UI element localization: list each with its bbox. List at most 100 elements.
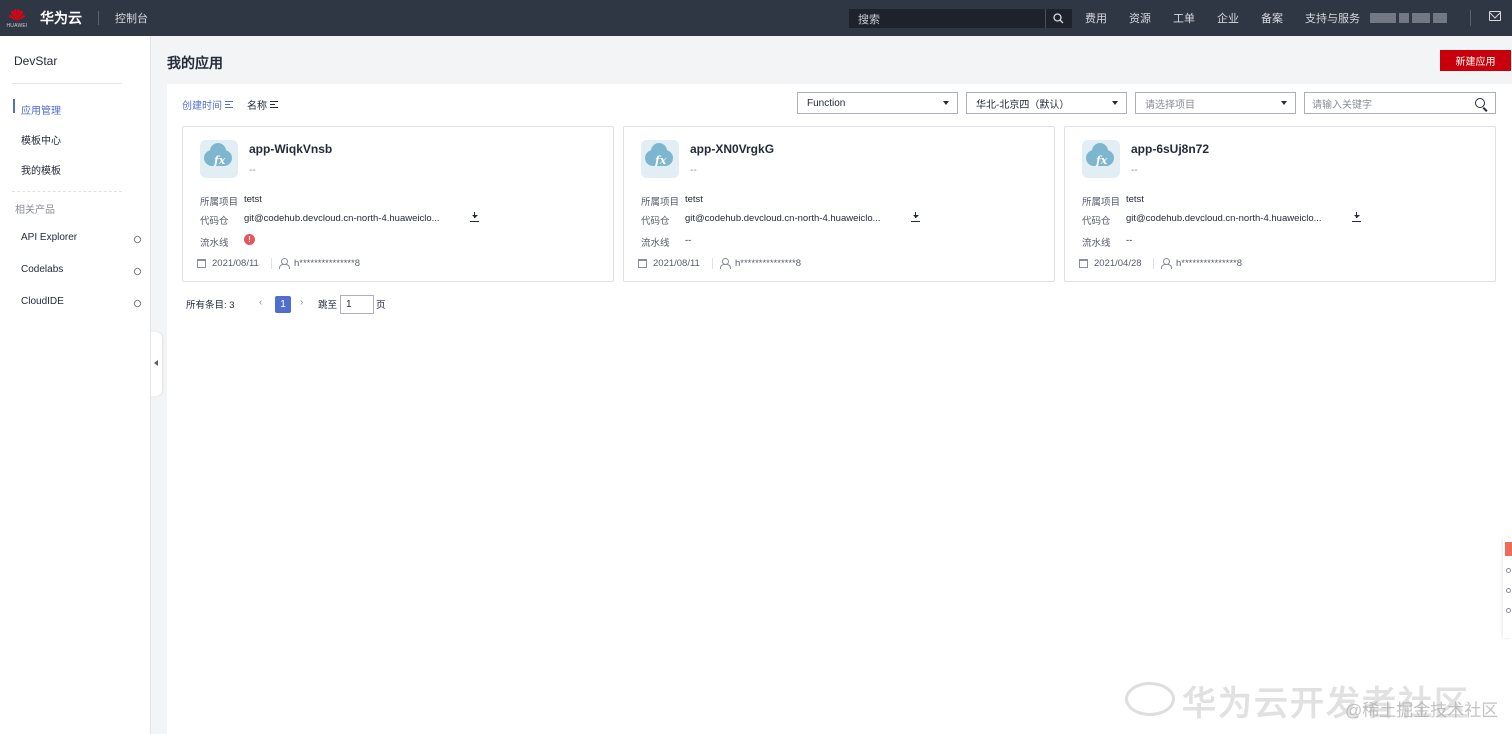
created-date: 2021/08/11 [212,258,259,269]
repo-url[interactable]: git@codehub.devcloud.cn-north-4.huaweicl… [1126,213,1322,224]
function-app-icon: fx [200,140,238,178]
project-value: tetst [244,194,262,205]
region-select[interactable]: 华北-北京四（默认） [966,92,1127,114]
search-icon[interactable] [1475,98,1485,108]
region-value: 华北-北京四（默认） [976,99,1070,111]
weibo-logo-watermark [1125,682,1175,716]
nav-billing[interactable]: 费用 [1085,10,1107,26]
calendar-icon [638,259,647,268]
project-label: 所属项目 [1082,197,1121,208]
global-search-box[interactable]: 搜索 [849,9,1072,28]
divider [98,11,99,25]
app-type-value: Function [807,97,846,109]
divider [1153,258,1154,269]
search-icon [1053,13,1064,24]
floating-help-widget[interactable] [1503,538,1512,638]
pipeline-value: -- [1126,235,1133,246]
new-app-button[interactable]: 新建应用 [1440,50,1511,71]
current-page[interactable]: 1 [275,296,291,313]
link-icon [132,234,143,245]
repo-url[interactable]: git@codehub.devcloud.cn-north-4.huaweicl… [244,213,440,224]
sidebar: DevStar 应用管理 模板中心 我的模板 相关产品 API Explorer… [0,36,151,734]
prev-page-button[interactable]: ‹ [259,297,262,308]
app-name[interactable]: app-WiqkVnsb [249,142,332,156]
page-title: 我的应用 [167,55,223,71]
sidebar-item-app-management[interactable]: 应用管理 [21,102,61,117]
user-icon [279,258,290,269]
top-navigation-bar: HUAWEI 华为云 控制台 搜索 费用 资源 工单 企业 备案 支持与服务 [0,0,1512,36]
project-value: tetst [1126,194,1144,205]
divider [1470,10,1471,26]
nav-resources[interactable]: 资源 [1129,10,1151,26]
sort-by-created-time[interactable]: 创建时间 [182,97,233,112]
app-card[interactable]: fx app-WiqkVnsb -- 所属项目 tetst 代码仓 git@co… [182,126,614,282]
app-name[interactable]: app-XN0VrgkG [690,142,774,156]
app-card[interactable]: fx app-6sUj8n72 -- 所属项目 tetst 代码仓 git@co… [1064,126,1496,282]
user-icon [720,258,731,269]
divider [12,83,122,84]
sort-created-label: 创建时间 [182,101,222,112]
feedback-icon[interactable] [1505,542,1512,556]
app-description: -- [249,165,256,176]
help-icon[interactable] [1506,568,1511,573]
creator-name: h***************8 [294,258,361,269]
blurred-username-part [1399,13,1409,23]
app-card[interactable]: fx app-XN0VrgkG -- 所属项目 tetst 代码仓 git@co… [623,126,1055,282]
function-app-icon: fx [1082,140,1120,178]
top-icon[interactable] [1506,608,1511,613]
link-icon [132,298,143,309]
sort-by-name[interactable]: 名称 [247,97,278,112]
sidebar-title: DevStar [14,54,58,68]
brand-name[interactable]: 华为云 [40,8,82,28]
repo-label: 代码仓 [641,216,670,227]
download-icon[interactable] [470,212,479,222]
project-select[interactable]: 请选择项目 [1135,92,1296,114]
repo-url[interactable]: git@codehub.devcloud.cn-north-4.huaweicl… [685,213,881,224]
nav-enterprise[interactable]: 企业 [1217,10,1239,26]
pagination-total: 所有条目: 3 [186,300,235,311]
divider [712,258,713,269]
mail-icon[interactable] [1489,11,1501,21]
search-button[interactable] [1045,9,1071,28]
app-description: -- [1131,165,1138,176]
console-link[interactable]: 控制台 [115,10,148,26]
sidebar-link-codelabs[interactable]: Codelabs [21,264,63,275]
sidebar-link-cloudide[interactable]: CloudIDE [21,296,64,307]
calendar-icon [1079,259,1088,268]
user-account-menu[interactable] [1370,13,1452,23]
pipeline-label: 流水线 [200,238,229,249]
sidebar-collapse-toggle[interactable] [151,332,162,396]
chevron-down-icon [1112,101,1118,105]
next-page-button[interactable]: › [300,297,303,308]
project-label: 所属项目 [641,197,680,208]
huawei-logo-icon [9,8,25,21]
project-value: tetst [685,194,703,205]
pipeline-error-icon[interactable]: ! [244,234,255,245]
service-icon[interactable] [1506,588,1511,593]
nav-filing[interactable]: 备案 [1261,10,1283,26]
chevron-down-icon [943,101,949,105]
user-icon [1161,258,1172,269]
keyword-placeholder: 请输入关键字 [1312,99,1372,111]
creator-name: h***************8 [735,258,802,269]
page-unit-label: 页 [376,300,386,311]
project-label: 所属项目 [200,197,239,208]
keyword-search-input[interactable]: 请输入关键字 [1304,92,1496,114]
jump-to-label: 跳至 [318,300,338,311]
nav-support[interactable]: 支持与服务 [1305,10,1360,26]
calendar-icon [197,259,206,268]
sidebar-link-api-explorer[interactable]: API Explorer [21,232,77,243]
download-icon[interactable] [1352,212,1361,222]
app-type-select[interactable]: Function [797,92,958,114]
app-name[interactable]: app-6sUj8n72 [1131,142,1209,156]
huawei-logo[interactable]: HUAWEI [6,8,28,29]
repo-label: 代码仓 [200,216,229,227]
download-icon[interactable] [911,212,920,222]
global-search-input[interactable]: 搜索 [858,11,1045,27]
jump-page-input[interactable] [340,295,374,314]
blurred-username-part [1433,13,1447,23]
repo-label: 代码仓 [1082,216,1111,227]
nav-tickets[interactable]: 工单 [1173,10,1195,26]
sidebar-item-my-templates[interactable]: 我的模板 [21,162,61,177]
sidebar-item-template-center[interactable]: 模板中心 [21,132,61,147]
